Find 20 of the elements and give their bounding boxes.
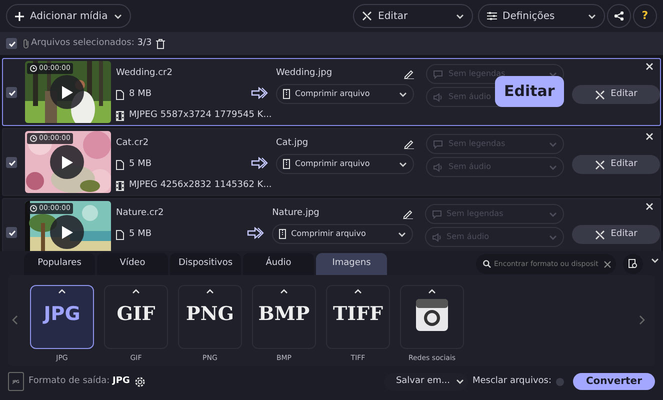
- format-logo: TIFF: [332, 302, 383, 327]
- output-file-name: Wedding.jpg: [276, 66, 332, 80]
- output-file-name: Nature.jpg: [272, 206, 320, 220]
- output-format-label: Formato de saída: JPG: [28, 374, 130, 388]
- file-name: Nature.cr2: [116, 206, 164, 220]
- codec-info: MJPEG 4256x2832 1145362 K...: [129, 178, 272, 192]
- output-file-name: Cat.jpg: [276, 136, 308, 150]
- file-name: Cat.cr2: [116, 136, 149, 150]
- codec-info: MJPEG 5587x3724 1779545 K...: [129, 108, 272, 122]
- selected-files-label: Arquivos selecionados: 3/3: [31, 36, 152, 50]
- file-size: 5 MB: [129, 228, 152, 241]
- file-size: 5 MB: [129, 158, 152, 171]
- format-logo: BMP: [258, 302, 310, 327]
- format-logo: GIF: [116, 302, 156, 327]
- merge-files-label: Mesclar arquivos:: [472, 374, 552, 388]
- file-size: 8 MB: [129, 88, 152, 101]
- format-logo: PNG: [186, 302, 234, 327]
- format-logo: JPG: [44, 302, 80, 327]
- file-name: Wedding.cr2: [116, 66, 172, 80]
- edit-tooltip: Editar: [495, 76, 564, 106]
